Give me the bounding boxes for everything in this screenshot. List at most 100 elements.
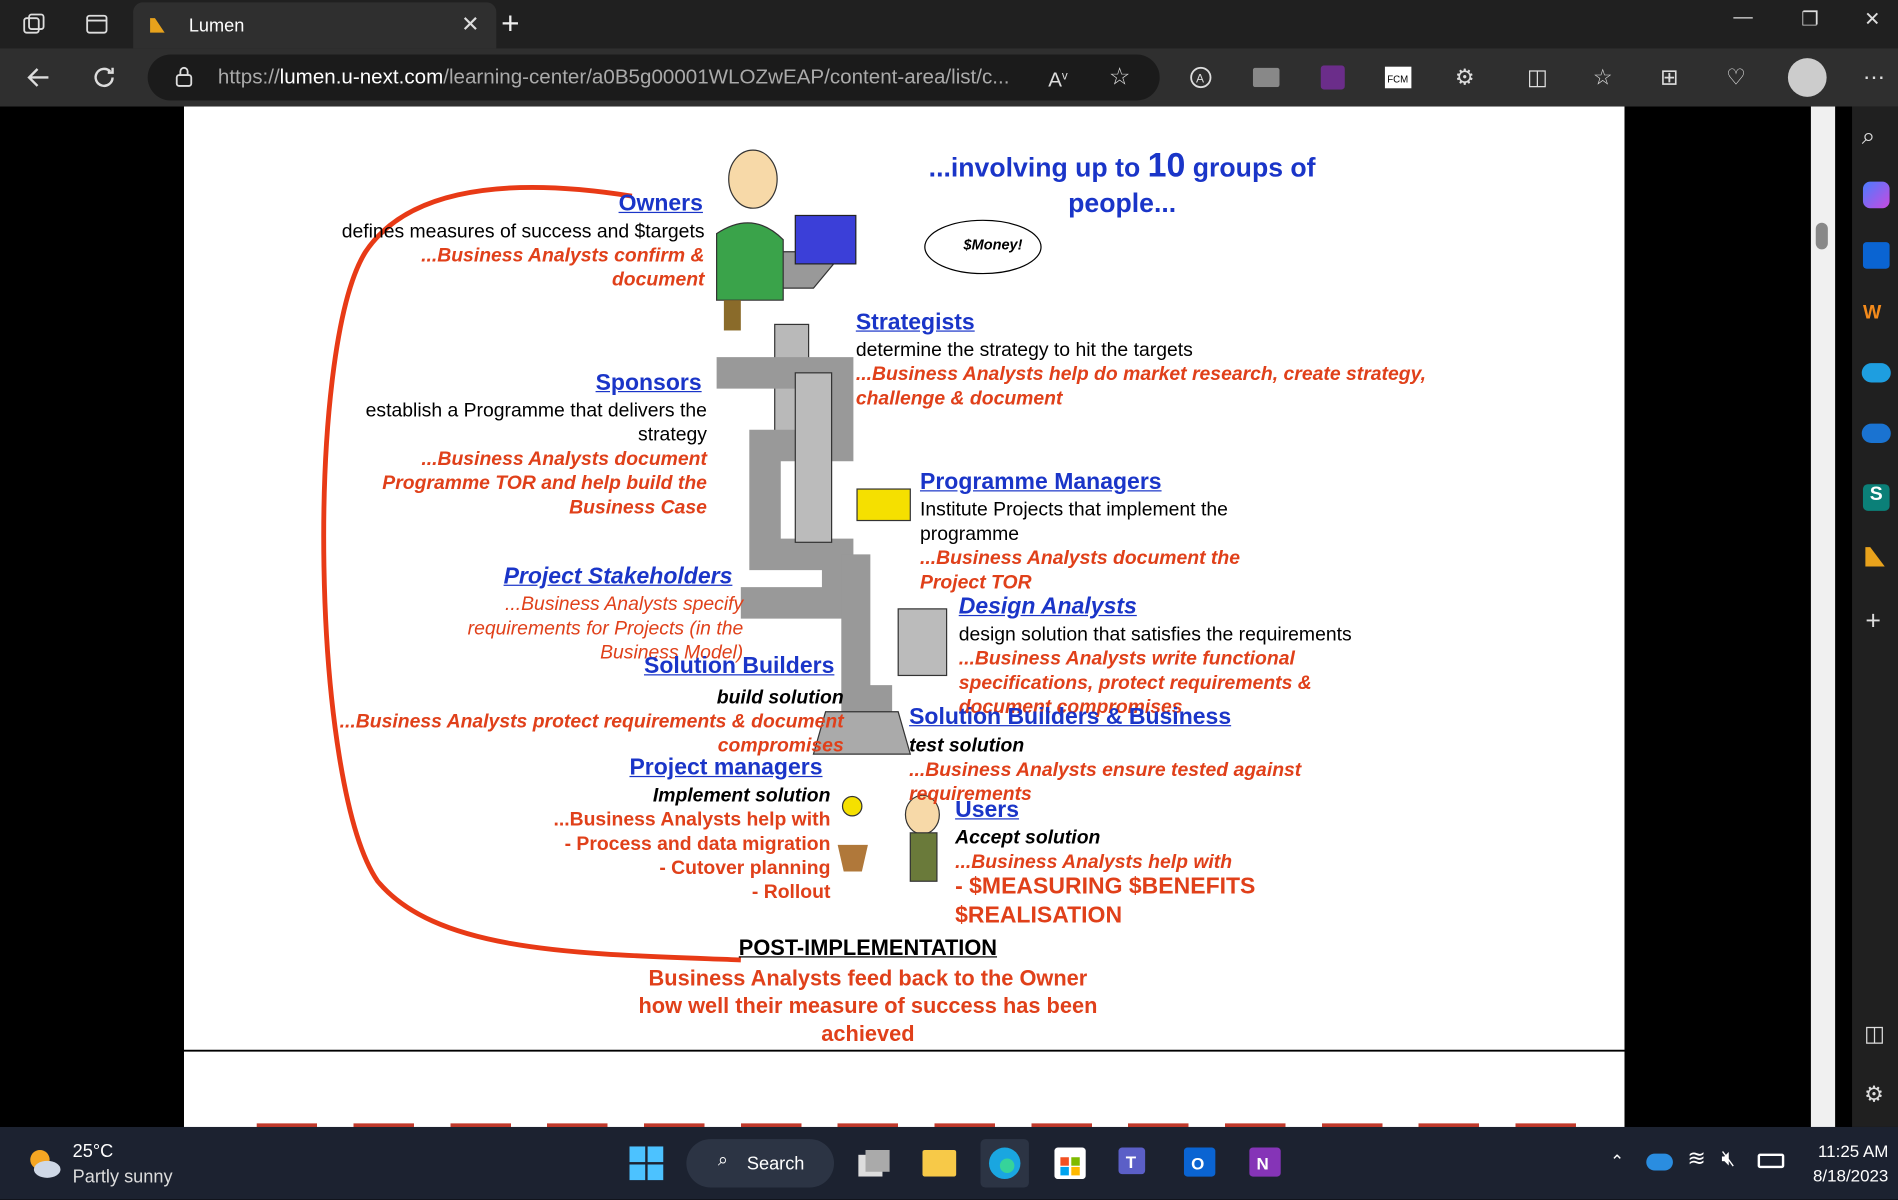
task-view-icon[interactable] <box>850 1139 898 1187</box>
copilot-icon[interactable] <box>1862 181 1890 209</box>
lumen-sidebar-icon[interactable] <box>1863 545 1887 569</box>
headline: ...involving up to 10 groups of people... <box>928 146 1316 218</box>
favorites-icon[interactable]: ☆ <box>1588 63 1617 92</box>
owners-ba: ...Business Analysts confirm & document <box>421 245 705 291</box>
extensions-puzzle-icon[interactable]: ⚙ <box>1450 63 1479 92</box>
svg-text:FCM: FCM <box>1387 74 1408 85</box>
battery-icon[interactable] <box>1757 1153 1785 1169</box>
programme-managers-link[interactable]: Programme Managers <box>920 470 1162 497</box>
url-host: lumen.u-next.com <box>279 65 444 89</box>
lock-icon <box>174 65 193 93</box>
windows-taskbar: 25°C Partly sunny ⌕ Search T O N ⌃ ≋ 🔇︎ … <box>0 1126 1898 1200</box>
sidebar-settings-icon[interactable]: ⚙ <box>1864 1082 1884 1107</box>
wifi-icon[interactable]: ≋ <box>1687 1146 1705 1171</box>
project-managers-ba: ...Business Analysts help with <box>553 809 831 831</box>
file-explorer-icon[interactable] <box>915 1139 963 1187</box>
users-ba: ...Business Analysts help with <box>955 852 1233 873</box>
outlook-taskbar-icon[interactable]: O <box>1177 1139 1225 1187</box>
browser-essentials-icon[interactable]: ♡ <box>1721 63 1750 92</box>
weather-desc: Partly sunny <box>72 1166 173 1188</box>
post-implementation-title: POST-IMPLEMENTATION <box>738 935 998 960</box>
edge-taskbar-icon[interactable] <box>980 1139 1029 1188</box>
more-menu-icon[interactable]: ⋯ <box>1859 63 1888 92</box>
clock-time[interactable]: 11:25 AM <box>1801 1142 1888 1161</box>
read-aloud-icon[interactable]: Aᵥ <box>1048 64 1067 93</box>
strategists-desc: determine the strategy to hit the target… <box>855 340 1193 361</box>
design-analysts-desc: design solution that satisfies the requi… <box>958 624 1352 646</box>
workday-icon[interactable]: W <box>1863 303 1890 330</box>
title-bar: Lumen ✕ + — ❐ ✕ <box>0 0 1898 49</box>
sponsors-link[interactable]: Sponsors <box>596 370 702 397</box>
sidebar-layout-icon[interactable]: ◫ <box>1864 1022 1885 1047</box>
sidebar-search-icon[interactable]: ⌕ <box>1862 123 1876 151</box>
extension-a-icon[interactable]: A <box>1186 63 1215 92</box>
project-managers-item-2: - Cutover planning <box>659 858 831 879</box>
search-icon: ⌕ <box>717 1149 729 1171</box>
sponsors-ba: ...Business Analysts document Programme … <box>382 449 707 519</box>
browser-toolbar: https://lumen.u-next.com/learning-center… <box>0 48 1898 107</box>
show-hidden-icons[interactable]: ⌃ <box>1610 1151 1624 1172</box>
split-screen-icon[interactable]: ◫ <box>1523 63 1552 92</box>
speech-bubble-text: $Money! <box>963 237 1023 253</box>
strategists-ba: ...Business Analysts help do market rese… <box>855 364 1427 410</box>
users-big-2: $REALISATION <box>955 903 1123 929</box>
url-path: /learning-center/a0B5g00001WLOZwEAP/cont… <box>443 65 1010 89</box>
strategists-link[interactable]: Strategists <box>856 310 975 337</box>
teams-icon[interactable]: T <box>1111 1139 1159 1187</box>
solution-builders-business-desc: test solution <box>909 735 1025 757</box>
extension-purple-icon[interactable] <box>1318 63 1347 92</box>
taskbar-search[interactable]: ⌕ Search <box>686 1139 835 1188</box>
extension-card-icon[interactable] <box>1252 63 1281 92</box>
owners-desc: defines measures of success and $targets <box>341 221 705 243</box>
tab-lumen[interactable]: Lumen ✕ <box>133 2 497 49</box>
maximize-button[interactable]: ❐ <box>1801 7 1818 31</box>
design-analysts-link[interactable]: Design Analysts <box>959 594 1137 621</box>
close-window-button[interactable]: ✕ <box>1864 7 1880 31</box>
lumen-favicon-icon <box>150 18 165 33</box>
extension-fcm-icon[interactable]: FCM <box>1384 63 1413 92</box>
collections-icon[interactable]: ⊞ <box>1655 63 1684 92</box>
store-icon[interactable] <box>1046 1139 1094 1187</box>
tab-actions-icon[interactable] <box>77 5 116 44</box>
profile-avatar[interactable] <box>1787 58 1827 97</box>
solution-builders-link[interactable]: Solution Builders <box>644 654 834 681</box>
salesforce-icon[interactable] <box>1861 363 1891 383</box>
refresh-icon[interactable] <box>90 63 119 92</box>
users-link[interactable]: Users <box>955 798 1019 825</box>
onenote-icon[interactable]: N <box>1242 1139 1290 1187</box>
outlook-sidebar-icon[interactable] <box>1862 242 1890 269</box>
users-big-1: - $MEASURING $BENEFITS <box>955 873 1256 900</box>
back-icon[interactable] <box>24 63 53 92</box>
onedrive-sidebar-icon[interactable] <box>1861 423 1891 444</box>
sharepoint-icon[interactable]: S <box>1862 484 1890 511</box>
vertical-scrollbar[interactable] <box>1810 106 1836 1127</box>
edge-sidebar: ⌕ W S + ◫ ⚙ <box>1852 106 1898 1127</box>
svg-text:T: T <box>1126 1153 1137 1172</box>
address-bar[interactable]: https://lumen.u-next.com/learning-center… <box>147 54 1160 101</box>
scrollbar-thumb[interactable] <box>1815 222 1828 250</box>
favorite-star-icon[interactable]: ☆ <box>1109 62 1131 92</box>
next-section-heading-partial <box>256 1099 1589 1127</box>
weather-temp: 25°C <box>72 1141 114 1163</box>
project-managers-item-3: - Rollout <box>751 882 831 904</box>
svg-text:O: O <box>1191 1154 1204 1173</box>
weather-icon[interactable] <box>24 1144 63 1183</box>
clock-date[interactable]: 8/18/2023 <box>1801 1166 1888 1185</box>
svg-text:A: A <box>1196 71 1205 85</box>
start-button[interactable] <box>622 1139 670 1187</box>
workspaces-icon[interactable] <box>15 5 54 44</box>
programme-managers-desc: Institute Projects that implement the pr… <box>919 499 1228 545</box>
solution-builders-business-link[interactable]: Solution Builders & Business <box>909 705 1231 732</box>
new-tab-button[interactable]: + <box>501 5 519 43</box>
volume-muted-icon[interactable]: 🔇︎ <box>1721 1146 1735 1171</box>
project-managers-desc: Implement solution <box>652 785 831 807</box>
minimize-button[interactable]: — <box>1733 7 1752 29</box>
add-sidebar-app-icon[interactable]: + <box>1865 605 1881 636</box>
onedrive-tray-icon[interactable] <box>1646 1153 1673 1171</box>
post-implementation-text: Business Analysts feed back to the Owner… <box>638 965 1098 1046</box>
project-managers-link[interactable]: Project managers <box>629 755 822 782</box>
close-tab-icon[interactable]: ✕ <box>461 12 479 37</box>
svg-text:N: N <box>1256 1154 1268 1173</box>
owners-link[interactable]: Owners <box>619 191 703 218</box>
project-stakeholders-link[interactable]: Project Stakeholders <box>504 564 733 591</box>
